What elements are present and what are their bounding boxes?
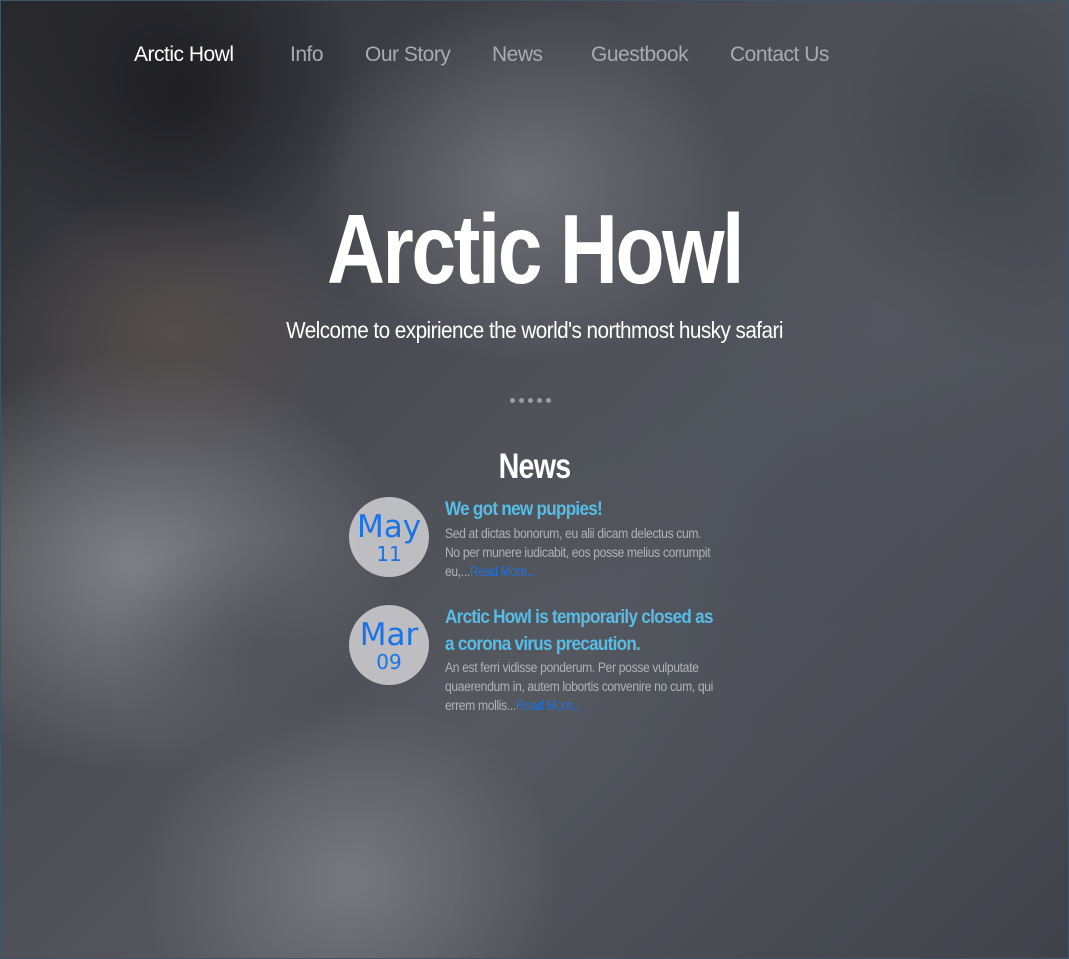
hero-title: Arctic Howl (326, 194, 744, 304)
carousel-dot[interactable] (519, 398, 524, 403)
date-month: Mar (359, 617, 419, 653)
read-more-link[interactable]: Read More... (516, 698, 582, 713)
carousel-dot[interactable] (528, 398, 533, 403)
news-excerpt: An est ferri vidisse ponderum. Per posse… (445, 658, 717, 715)
news-excerpt: Sed at dictas bonorum, eu alii dicam del… (445, 524, 717, 581)
hero-subtitle: Welcome to expirience the world's northm… (286, 317, 783, 343)
nav-item-info[interactable]: Info (290, 43, 324, 67)
date-day: 11 (376, 542, 402, 566)
date-day: 09 (376, 650, 402, 674)
date-badge: May 11 (349, 497, 429, 577)
page: Arctic Howl Info Our Story News Guestboo… (0, 0, 1069, 959)
carousel-dot[interactable] (510, 398, 515, 403)
news-headline[interactable]: Arctic Howl is temporarily closed as a c… (445, 605, 715, 658)
top-nav: Arctic Howl Info Our Story News Guestboo… (1, 39, 1068, 73)
date-badge: Mar 09 (349, 605, 429, 685)
news-body: Arctic Howl is temporarily closed as a c… (445, 605, 720, 715)
carousel-dots (510, 398, 551, 403)
nav-item-our-story[interactable]: Our Story (365, 43, 451, 67)
nav-item-guestbook[interactable]: Guestbook (591, 43, 689, 67)
read-more-link[interactable]: Read More... (470, 564, 536, 579)
news-body: We got new puppies! Sed at dictas bonoru… (445, 497, 720, 581)
nav-item-news[interactable]: News (492, 43, 543, 67)
carousel-dot[interactable] (537, 398, 542, 403)
nav-brand-link[interactable]: Arctic Howl (134, 43, 234, 67)
news-section-title: News (498, 447, 572, 486)
nav-item-contact-us[interactable]: Contact Us (730, 43, 829, 67)
date-month: May (356, 509, 422, 545)
news-headline[interactable]: We got new puppies! (445, 497, 715, 524)
carousel-dot[interactable] (546, 398, 551, 403)
